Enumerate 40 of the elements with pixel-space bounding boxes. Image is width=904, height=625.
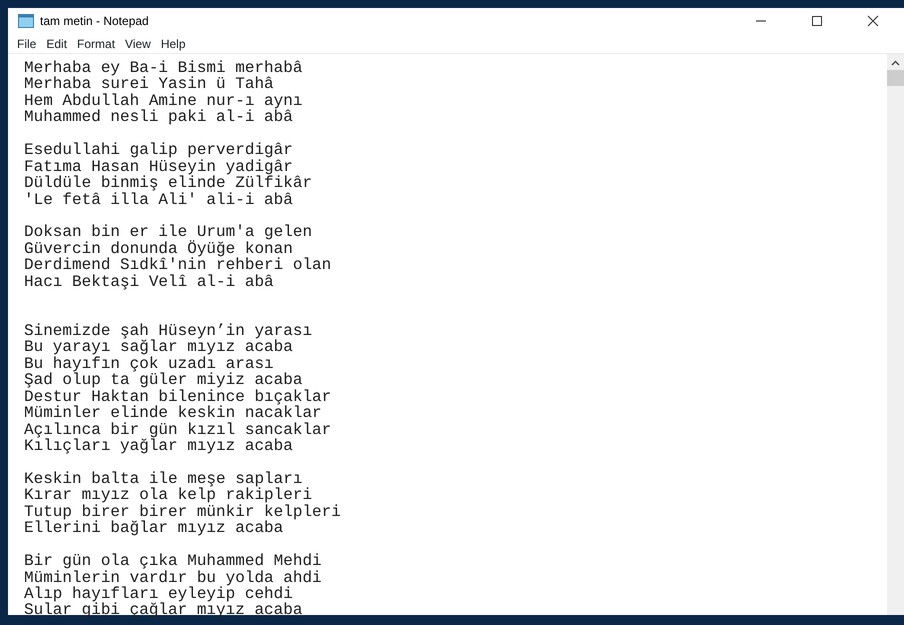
text-line: Destur Haktan bilenince bıçaklar	[24, 388, 332, 406]
text-line: Açılınca bir gün kızıl sancaklar	[24, 420, 332, 439]
text-line: Muhammed nesli paki al-i abâ	[24, 108, 293, 126]
scroll-thumb[interactable]	[887, 70, 904, 86]
text-line: Merhaba surei Yasin ü Tahâ	[24, 75, 274, 94]
text-line: Müminlerin vardır bu yolda ahdi	[24, 568, 322, 587]
maximize-icon	[811, 15, 823, 27]
menu-item[interactable]: Help	[156, 34, 191, 52]
window-title: tam metin - Notepad	[40, 13, 149, 30]
text-line: Müminler elinde keskin nacaklar	[24, 404, 322, 422]
text-line: Hacı Bektaşi Velî al-i abâ	[24, 272, 274, 291]
scroll-up-icon[interactable]	[891, 60, 900, 66]
text-line: Ellerini bağlar mıyız acaba	[24, 519, 284, 538]
text-line: Şad olup ta güler miyiz acaba	[24, 371, 302, 390]
text-line: Keskin balta ile meşe sapları	[24, 470, 302, 488]
text-line: Alıp hayıfları eyleyip cehdi	[24, 585, 293, 604]
text-line: Fatıma Hasan Hüseyin yadigâr	[24, 158, 293, 176]
text-line: Bu hayıfın çok uzadı arası	[24, 354, 274, 373]
text-line: Hem Abdullah Amine nur-ı aynı	[24, 92, 302, 110]
menu-item[interactable]: View	[120, 34, 156, 52]
text-line: Tutup birer birer münkir kelpleri	[24, 502, 341, 521]
text-line: Bu yarayı sağlar mıyız acaba	[24, 338, 293, 356]
text-line: Güvercin donunda Öyüğe konan	[24, 240, 293, 258]
text-line: 'Le fetâ illa Ali' ali-i abâ	[24, 190, 293, 208]
scrollbar[interactable]	[887, 54, 904, 615]
notepad-icon	[18, 14, 34, 28]
text-line: Düldüle binmiş elinde Zülfikâr	[24, 174, 312, 192]
text-line: Sular gibi çağlar mıyız acaba	[24, 601, 302, 620]
text-line: Doksan bin er ile Urum'a gelen	[24, 223, 312, 242]
text-line: Kırar mıyız ola kelp rakipleri	[24, 486, 312, 504]
text-line: Esedullahi galip perverdigâr	[24, 141, 293, 160]
text-line: Sinemizde şah Hüseyn’in yarası	[24, 322, 312, 340]
text-line: Derdimend Sıdkî'nin rehberi olan	[24, 256, 332, 274]
text-line: Merhaba ey Ba-i Bismi merhabâ	[24, 59, 302, 77]
text-line: Bir gün ola çıka Muhammed Mehdi	[24, 552, 322, 570]
text-line: Kılıçları yağlar mıyız acaba	[24, 437, 293, 456]
menu-item[interactable]: Format	[72, 34, 120, 52]
menu-item[interactable]: File	[12, 34, 42, 52]
menu-item[interactable]: Edit	[41, 34, 72, 52]
close-icon	[867, 15, 879, 27]
